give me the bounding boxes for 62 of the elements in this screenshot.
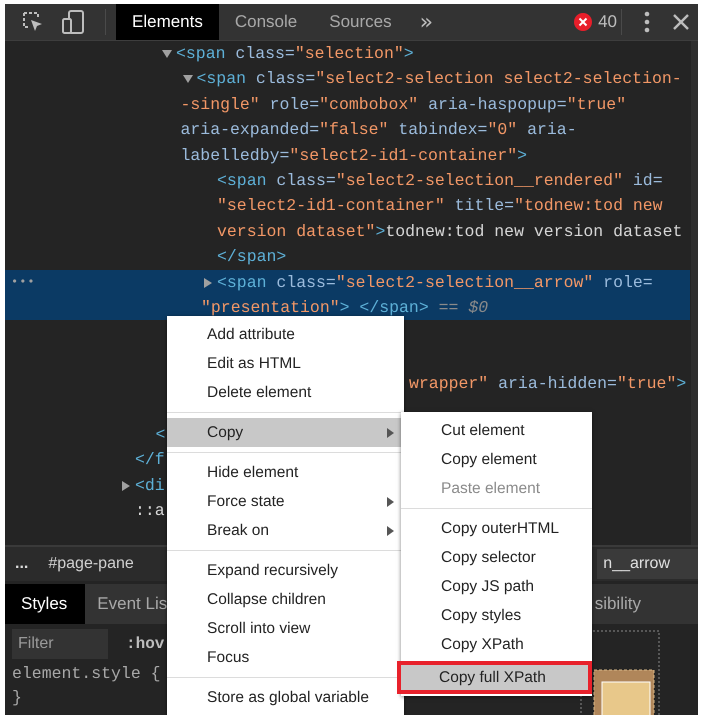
expanded-triangle-icon[interactable] — [182, 74, 192, 84]
collapsed-triangle-icon[interactable] — [203, 278, 213, 288]
submenu-arrow-icon — [387, 526, 394, 536]
code-line: aria-expanded="false" tabindex="0" aria- — [180, 119, 577, 142]
style-rule-line: element.style { — [11, 663, 161, 685]
code-line: version dataset">todnew:tod new version dataset — [217, 220, 682, 243]
submenu-arrow-icon — [387, 428, 394, 438]
code-line: <span class="select2-selection select2-selection- — [196, 68, 682, 90]
menu-item[interactable]: Copy element — [401, 445, 592, 474]
code-line: labelledby="select2-id1-container"> — [180, 144, 528, 167]
hover-toggle[interactable]: :hov — [126, 635, 164, 653]
menu-icon[interactable] — [644, 11, 650, 33]
row-actions-dots[interactable]: ••• — [11, 270, 36, 295]
panel-tab[interactable]: Elements — [116, 4, 219, 40]
code-line: ::a — [135, 500, 165, 522]
selected-row-highlight[interactable]: ••• <span class="select2-selection__arrow" role= — [5, 270, 690, 295]
error-count[interactable]: 40 — [598, 12, 617, 32]
scrollbar-track[interactable] — [691, 41, 698, 545]
code-line: <span class="select2-selection__arrow" role= — [217, 272, 653, 294]
menu-item[interactable]: Copy — [167, 418, 404, 447]
menu-item[interactable]: Copy styles — [401, 601, 592, 630]
styles-tab[interactable]: Styles — [5, 584, 86, 624]
menu-item[interactable]: Delete element — [167, 378, 404, 407]
filter-field[interactable]: Filter — [12, 629, 108, 659]
menu-item[interactable]: Break on — [167, 516, 404, 545]
code-line: "select2-id1-container" title="todnew:tod new — [217, 195, 663, 218]
menu-item[interactable]: Copy XPath — [401, 630, 592, 659]
styles-tab[interactable]: sibility — [594, 584, 641, 624]
code-line: wrapper" aria-hidden="true"> — [409, 373, 686, 396]
panel-tab[interactable]: Console — [218, 4, 314, 40]
code-line: <di — [135, 474, 165, 497]
more-tabs-button[interactable]: » — [408, 10, 446, 34]
expanded-triangle-icon[interactable] — [162, 49, 172, 59]
menu-item[interactable]: Scroll into view — [167, 614, 404, 643]
breadcrumb[interactable]: n__arrow — [597, 549, 698, 579]
error-icon — [574, 13, 592, 31]
menu-item[interactable]: Copy outerHTML — [401, 514, 592, 543]
menu-item[interactable]: Copy selector — [401, 543, 592, 572]
breadcrumb-overflow[interactable]: ... — [5, 555, 40, 573]
code-line: <span class="selection"> — [176, 43, 414, 65]
code-line: <span class="select2-selection__rendered" id= — [217, 170, 663, 192]
collapsed-triangle-icon[interactable] — [121, 480, 131, 491]
menu-item[interactable]: Copy full XPath — [399, 663, 590, 692]
code-line: </f — [135, 449, 165, 472]
menu-item[interactable]: Force state — [167, 487, 404, 516]
menu-item[interactable]: Add attribute — [167, 320, 404, 349]
style-rule-line: } — [11, 687, 22, 709]
close-icon[interactable] — [672, 13, 690, 31]
menu-item[interactable]: Edit as HTML — [167, 349, 404, 378]
code-line: "presentation"> </span> == $0 — [201, 296, 488, 319]
menu-item[interactable]: Expand recursively — [167, 556, 404, 585]
menu-item[interactable]: Hide element — [167, 458, 404, 487]
menu-item[interactable]: Copy JS path — [401, 572, 592, 601]
breadcrumb[interactable]: #page-pane — [40, 549, 142, 579]
submenu-arrow-icon — [387, 497, 394, 507]
code-line: < — [156, 424, 166, 446]
menu-item[interactable]: Cut element — [401, 416, 592, 445]
panel-tab[interactable]: Sources — [313, 4, 408, 40]
code-line: </span> — [217, 246, 286, 268]
code-line: -single" role="combobox" aria-haspopup="true" — [180, 94, 626, 116]
menu-item[interactable]: Collapse children — [167, 585, 404, 614]
device-icon[interactable] — [61, 9, 85, 35]
